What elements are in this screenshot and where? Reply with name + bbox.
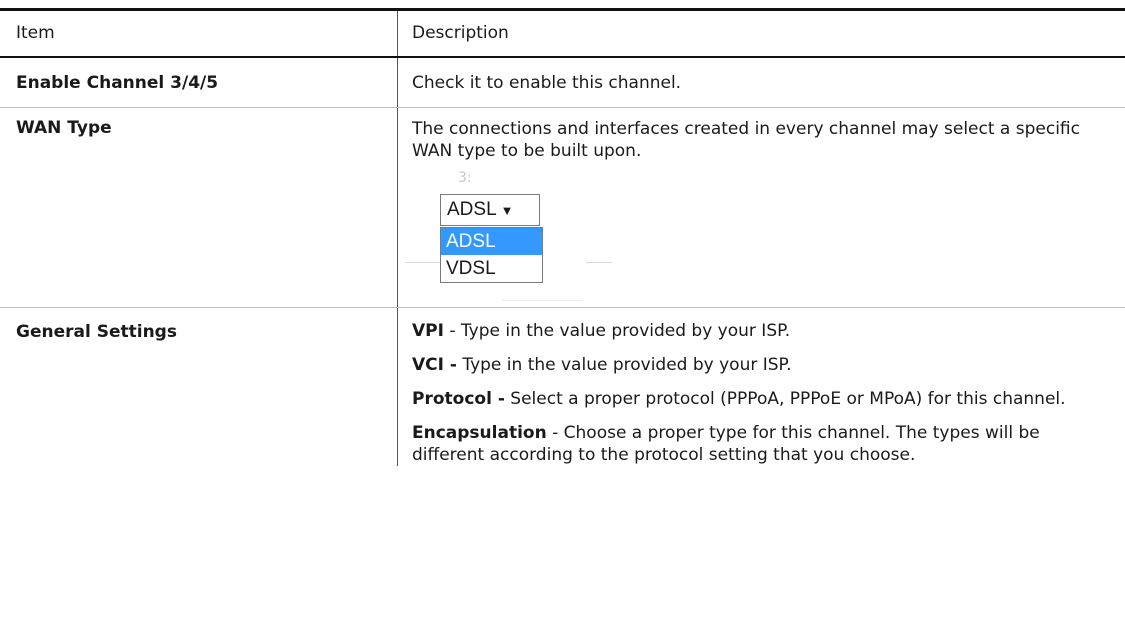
wan-type-select[interactable]: ADSL ▼ xyxy=(440,194,540,226)
table-header-row: Item Description xyxy=(0,11,1125,58)
header-item: Item xyxy=(0,11,398,56)
table-row: WAN Type The connections and interfaces … xyxy=(0,108,1125,308)
divider-line xyxy=(586,262,612,263)
protocol-label: Protocol - xyxy=(412,389,505,409)
desc-wan-type: The connections and interfaces created i… xyxy=(412,119,1080,161)
vpi-text: - Type in the value provided by your ISP… xyxy=(443,321,791,341)
wan-type-option-vdsl[interactable]: VDSL xyxy=(441,255,542,282)
item-wan-type: WAN Type xyxy=(16,118,112,138)
vci-label: VCI - xyxy=(412,355,457,375)
encapsulation-label: Encapsulation xyxy=(412,423,547,443)
wan-type-select-value: ADSL xyxy=(447,199,497,220)
chevron-down-icon: ▼ xyxy=(500,203,514,218)
wan-type-option-adsl[interactable]: ADSL xyxy=(441,228,542,255)
vpi-label: VPI xyxy=(412,321,444,341)
desc-encapsulation: Encapsulation - Choose a proper type for… xyxy=(412,422,1111,466)
desc-protocol: Protocol - Select a proper protocol (PPP… xyxy=(412,388,1111,410)
wan-type-dropdown-screenshot: 3: ADSL ▼ ADSL VDSL xyxy=(406,170,636,305)
table-row: General Settings VPI - Type in the value… xyxy=(0,308,1125,466)
description-table: Item Description Enable Channel 3/4/5 Ch… xyxy=(0,8,1125,466)
desc-enable-channel: Check it to enable this channel. xyxy=(412,72,682,93)
wan-type-options: ADSL VDSL xyxy=(440,227,543,283)
header-description: Description xyxy=(412,23,509,43)
vci-text: Type in the value provided by your ISP. xyxy=(456,355,792,375)
item-enable-channel: Enable Channel 3/4/5 xyxy=(16,72,219,93)
faint-label: 3: xyxy=(458,170,472,186)
divider-line xyxy=(406,262,441,263)
desc-vpi: VPI - Type in the value provided by your… xyxy=(412,320,1111,342)
item-general-settings: General Settings xyxy=(16,322,177,342)
desc-vci: VCI - Type in the value provided by your… xyxy=(412,354,1111,376)
table-row: Enable Channel 3/4/5 Check it to enable … xyxy=(0,58,1125,108)
divider-line xyxy=(502,300,582,301)
protocol-text: Select a proper protocol (PPPoA, PPPoE o… xyxy=(504,389,1066,409)
